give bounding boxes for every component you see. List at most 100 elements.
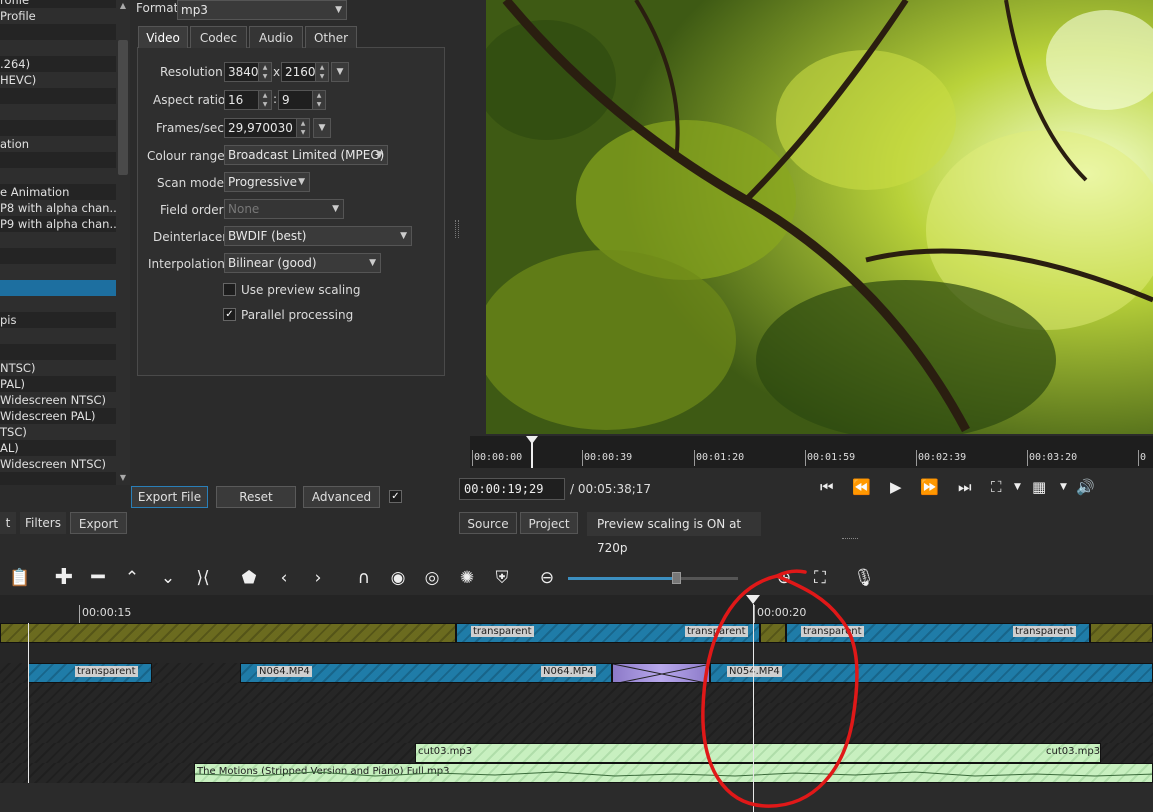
snap-icon[interactable]: ∩ <box>352 567 376 589</box>
track-empty <box>0 723 1153 743</box>
profile-list-item[interactable] <box>0 296 116 312</box>
field-order-select[interactable]: None ▼ <box>224 199 344 219</box>
profile-list-item[interactable]: PAL) <box>0 376 116 392</box>
skip-to-end-icon[interactable]: ⏭ <box>958 478 972 496</box>
tab-audio[interactable]: Audio <box>249 26 303 48</box>
fps-presets-button[interactable]: ▼ <box>313 118 331 138</box>
reset-button[interactable]: Reset <box>216 486 296 508</box>
profile-list-item[interactable]: HEVC) <box>0 72 116 88</box>
marker-icon[interactable]: ⬟ <box>237 567 261 589</box>
play-icon[interactable]: ▶ <box>890 478 902 496</box>
profile-list-item[interactable]: P9 with alpha chan... <box>0 216 116 232</box>
parallel-processing-checkbox[interactable]: ✓ <box>223 308 236 321</box>
zoom-fit-icon[interactable]: ⛶ <box>991 478 1002 496</box>
resolution-width-input[interactable]: 3840 ▲ ▼ <box>224 62 272 82</box>
ripple-icon[interactable]: ◎ <box>420 567 444 589</box>
tab-codec[interactable]: Codec <box>190 26 247 48</box>
profile-list-item[interactable]: rofile <box>0 0 116 8</box>
profile-list-item[interactable] <box>0 168 116 184</box>
scrub-icon[interactable]: ◉ <box>386 567 410 589</box>
profile-list-item[interactable]: e Animation <box>0 184 116 200</box>
splitter-handle[interactable] <box>455 220 459 238</box>
volume-icon[interactable]: 🔊 <box>1076 478 1095 496</box>
audio-clip[interactable]: The Motions (Stripped Version and Piano)… <box>194 763 1153 783</box>
colour-range-select[interactable]: Broadcast Limited (MPEG) ▼ <box>224 145 388 165</box>
interpolation-select[interactable]: Bilinear (good) ▼ <box>224 253 381 273</box>
previous-marker-icon[interactable]: ‹ <box>272 567 296 589</box>
fps-input[interactable]: 29,970030 ▲ ▼ <box>224 118 310 138</box>
tab-filters[interactable]: Filters <box>20 512 66 534</box>
next-marker-icon[interactable]: › <box>306 567 330 589</box>
scroll-up-icon[interactable]: ▲ <box>116 0 130 12</box>
resolution-height-input[interactable]: 2160 ▲ ▼ <box>281 62 329 82</box>
preview-scaling-checkbox[interactable] <box>223 283 236 296</box>
export-file-button[interactable]: Export File <box>131 486 208 508</box>
tab-source[interactable]: Source <box>459 512 517 534</box>
profile-list-item[interactable] <box>0 232 116 248</box>
profile-list-item[interactable] <box>0 104 116 120</box>
profile-list-item[interactable]: ation <box>0 136 116 152</box>
profile-list-item[interactable] <box>0 120 116 136</box>
profile-list-item[interactable]: Widescreen NTSC) <box>0 456 116 472</box>
tab-export[interactable]: Export <box>70 512 127 534</box>
profile-list-item[interactable] <box>0 328 116 344</box>
scrollbar-thumb[interactable] <box>118 40 128 175</box>
overwrite-icon[interactable]: ⌄ <box>156 567 180 589</box>
scroll-down-icon[interactable]: ▼ <box>116 472 130 484</box>
split-icon[interactable]: ⟩⟨ <box>191 567 215 589</box>
profile-list-item[interactable]: P8 with alpha chan... <box>0 200 116 216</box>
ripple-all-icon[interactable]: ✺ <box>455 567 479 589</box>
profile-list-item[interactable] <box>0 264 116 280</box>
aspect-height-input[interactable]: 9 ▲ ▼ <box>278 90 326 110</box>
advanced-checkbox[interactable]: ✓ <box>389 490 402 503</box>
deinterlacer-select[interactable]: BWDIF (best) ▼ <box>224 226 412 246</box>
video-clip[interactable] <box>1090 623 1153 643</box>
profile-list-item[interactable] <box>0 24 116 40</box>
add-icon[interactable]: ✚ <box>52 567 76 589</box>
video-clip[interactable]: N064.MP4 N064.MP4 <box>240 663 612 683</box>
ripple-markers-icon[interactable]: ⛨ <box>490 567 514 589</box>
format-select[interactable]: mp3 ▼ <box>177 0 347 20</box>
current-time-input[interactable]: 00:00:19;29 <box>459 478 565 500</box>
grid-icon[interactable]: ▦ <box>1032 478 1046 496</box>
tab-project[interactable]: Project <box>520 512 578 534</box>
rewind-icon[interactable]: ⏪ <box>852 478 871 496</box>
chevron-down-icon[interactable]: ▼ <box>1014 482 1021 492</box>
profile-list-scrollbar[interactable]: ▲ ▼ <box>116 0 130 485</box>
lift-icon[interactable]: ⌃ <box>120 567 144 589</box>
profile-list[interactable]: rofile Profile .264) HEVC) ation e Animation P… <box>0 0 116 485</box>
profile-list-item[interactable] <box>0 88 116 104</box>
profile-list-item[interactable]: Widescreen PAL) <box>0 408 116 424</box>
profile-list-item[interactable]: NTSC) <box>0 360 116 376</box>
timeline-ruler[interactable]: 00:00:15 00:00:20 <box>0 595 1153 623</box>
resolution-presets-button[interactable]: ▼ <box>331 62 349 82</box>
tab-video[interactable]: Video <box>138 26 188 48</box>
profile-list-item[interactable] <box>0 248 116 264</box>
profile-list-item[interactable] <box>0 152 116 168</box>
video-clip[interactable]: transparent <box>28 663 152 683</box>
profile-list-item[interactable]: Widescreen NTSC) <box>0 392 116 408</box>
splitter-handle[interactable] <box>842 538 858 542</box>
profile-list-item[interactable]: pis <box>0 312 116 328</box>
profile-list-item[interactable] <box>0 344 116 360</box>
skip-to-start-icon[interactable]: ⏮ <box>820 478 834 496</box>
profile-list-item[interactable]: Profile <box>0 8 116 24</box>
profile-list-item[interactable] <box>0 280 116 296</box>
profile-list-item[interactable]: .264) <box>0 56 116 72</box>
aspect-width-input[interactable]: 16 ▲ ▼ <box>224 90 272 110</box>
profile-list-item[interactable]: AL) <box>0 440 116 456</box>
profile-list-item[interactable] <box>0 40 116 56</box>
tab-other[interactable]: Other <box>305 26 357 48</box>
zoom-out-icon[interactable]: ⊖ <box>535 567 559 589</box>
remove-icon[interactable]: ━ <box>86 567 110 589</box>
video-clip[interactable] <box>0 623 456 643</box>
profile-list-item[interactable]: TSC) <box>0 424 116 440</box>
scan-mode-select[interactable]: Progressive ▼ <box>224 172 310 192</box>
clipboard-icon[interactable]: 📋 <box>8 567 32 589</box>
chevron-down-icon[interactable]: ▼ <box>1060 482 1067 492</box>
advanced-button[interactable]: Advanced <box>303 486 380 508</box>
player-timeline-ruler[interactable]: 00:00:00 00:00:39 00:01:20 00:01:59 00:0… <box>470 436 1153 468</box>
tab-partial[interactable]: t <box>0 512 16 534</box>
fast-forward-icon[interactable]: ⏩ <box>920 478 939 496</box>
zoom-slider-handle[interactable] <box>672 572 681 584</box>
